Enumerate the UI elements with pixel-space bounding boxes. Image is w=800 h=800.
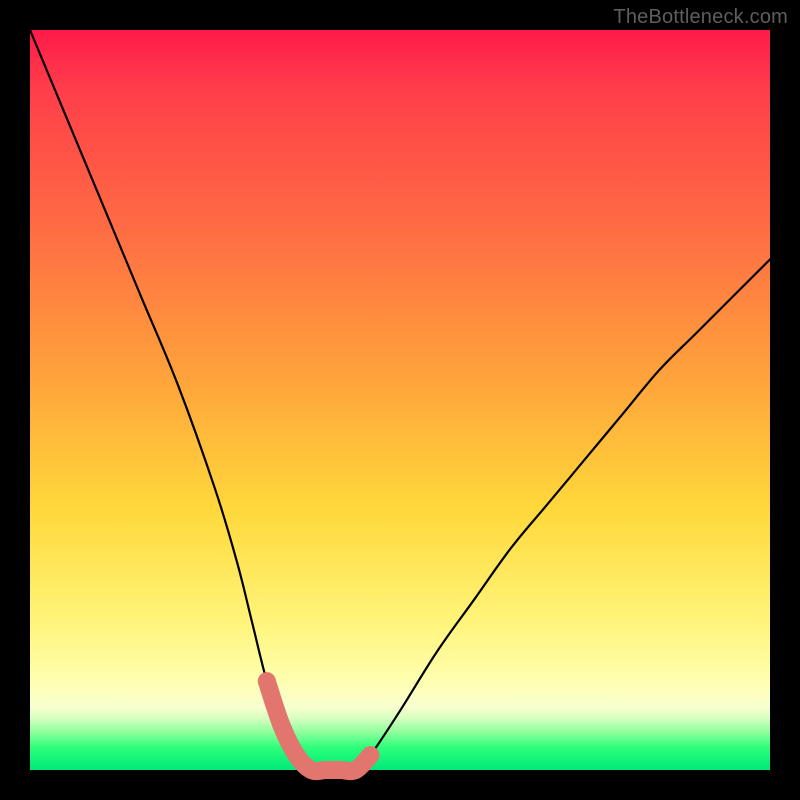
watermark-text: TheBottleneck.com	[613, 6, 788, 29]
bottleneck-curve	[30, 30, 770, 771]
chart-svg	[30, 30, 770, 770]
trough-marker	[273, 717, 291, 735]
trough-marker	[287, 746, 305, 764]
trough-marker	[361, 746, 379, 764]
chart-frame: TheBottleneck.com	[0, 0, 800, 800]
trough-marker	[258, 672, 276, 690]
trough-marker	[347, 761, 365, 779]
plot-area	[30, 30, 770, 770]
